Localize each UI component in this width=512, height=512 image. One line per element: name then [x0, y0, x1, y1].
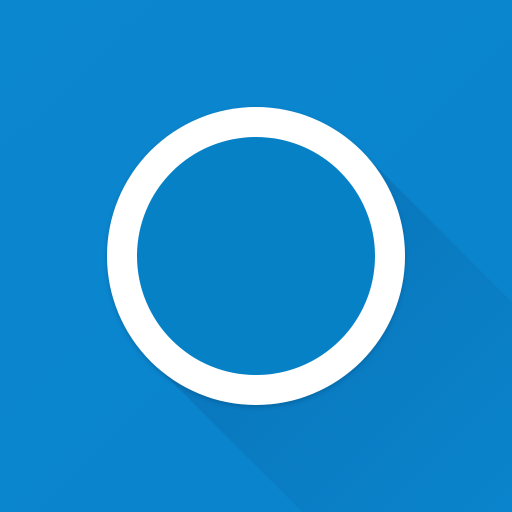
app-icon	[0, 0, 512, 512]
ring-inner	[137, 137, 375, 375]
circle-ring-icon	[0, 0, 512, 512]
